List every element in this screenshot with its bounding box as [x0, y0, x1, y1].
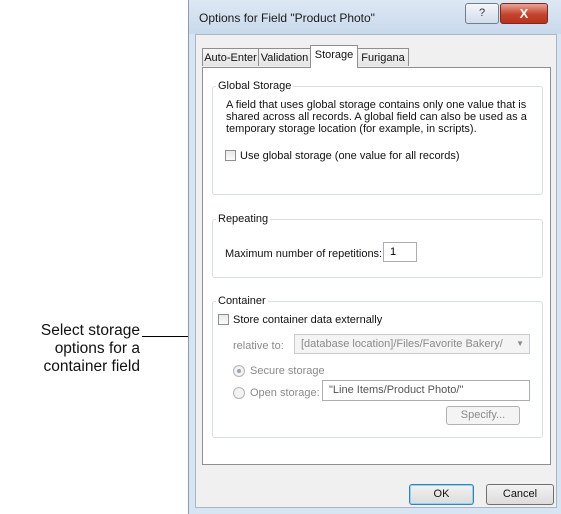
global-storage-description-line: temporary storage location (for example,… — [226, 123, 477, 135]
tab-storage[interactable]: Storage — [310, 45, 358, 68]
global-storage-description-line: shared across all records. A global fiel… — [226, 111, 527, 123]
max-repetitions-label: Maximum number of repetitions: — [225, 248, 383, 260]
tab-validation[interactable]: Validation — [258, 48, 311, 66]
secure-storage-label[interactable]: Secure storage — [250, 365, 325, 377]
global-storage-checkbox[interactable] — [225, 150, 236, 161]
relative-to-label: relative to: — [233, 340, 284, 352]
relative-to-value: [database location]/Files/Favorite Baker… — [301, 338, 503, 350]
global-storage-description-line: A field that uses global storage contain… — [226, 99, 527, 111]
container-legend: Container — [216, 295, 268, 307]
open-storage-radio[interactable] — [233, 387, 245, 399]
window-title: Options for Field "Product Photo" — [199, 11, 375, 25]
secure-storage-radio[interactable] — [233, 365, 245, 377]
open-storage-path-input[interactable]: "Line Items/Product Photo/" — [322, 380, 530, 401]
cancel-button[interactable]: Cancel — [486, 484, 554, 505]
chevron-down-icon: ▼ — [516, 339, 524, 348]
specify-button[interactable]: Specify... — [446, 406, 520, 425]
close-icon: X — [519, 6, 529, 21]
callout-line-2: options for a — [54, 340, 140, 357]
tab-furigana[interactable]: Furigana — [357, 48, 409, 66]
callout-line-1: Select storage — [40, 322, 140, 339]
tab-auto-enter[interactable]: Auto-Enter — [202, 48, 259, 66]
callout-annotation: Select storage options for a container f… — [0, 322, 140, 376]
max-repetitions-input[interactable]: 1 — [383, 242, 417, 262]
title-bar[interactable]: Options for Field "Product Photo" ? X — [189, 0, 561, 34]
dialog-client-area: Auto-Enter Validation Storage Furigana G… — [195, 34, 557, 508]
store-externally-checkbox[interactable] — [218, 314, 229, 325]
ok-button[interactable]: OK — [409, 484, 474, 505]
close-button[interactable]: X — [500, 3, 548, 24]
global-storage-checkbox-label[interactable]: Use global storage (one value for all re… — [240, 150, 460, 162]
relative-to-dropdown[interactable]: [database location]/Files/Favorite Baker… — [294, 334, 530, 354]
open-storage-label[interactable]: Open storage: — [250, 387, 320, 399]
store-externally-label[interactable]: Store container data externally — [233, 314, 382, 326]
global-storage-description: A field that uses global storage contain… — [226, 99, 541, 135]
global-storage-legend: Global Storage — [216, 80, 294, 92]
storage-tab-panel: Global Storage A field that uses global … — [202, 67, 551, 465]
help-button[interactable]: ? — [465, 3, 499, 24]
field-options-dialog: Options for Field "Product Photo" ? X Au… — [188, 0, 561, 514]
callout-line-3: container field — [43, 358, 140, 375]
repeating-legend: Repeating — [216, 213, 271, 225]
